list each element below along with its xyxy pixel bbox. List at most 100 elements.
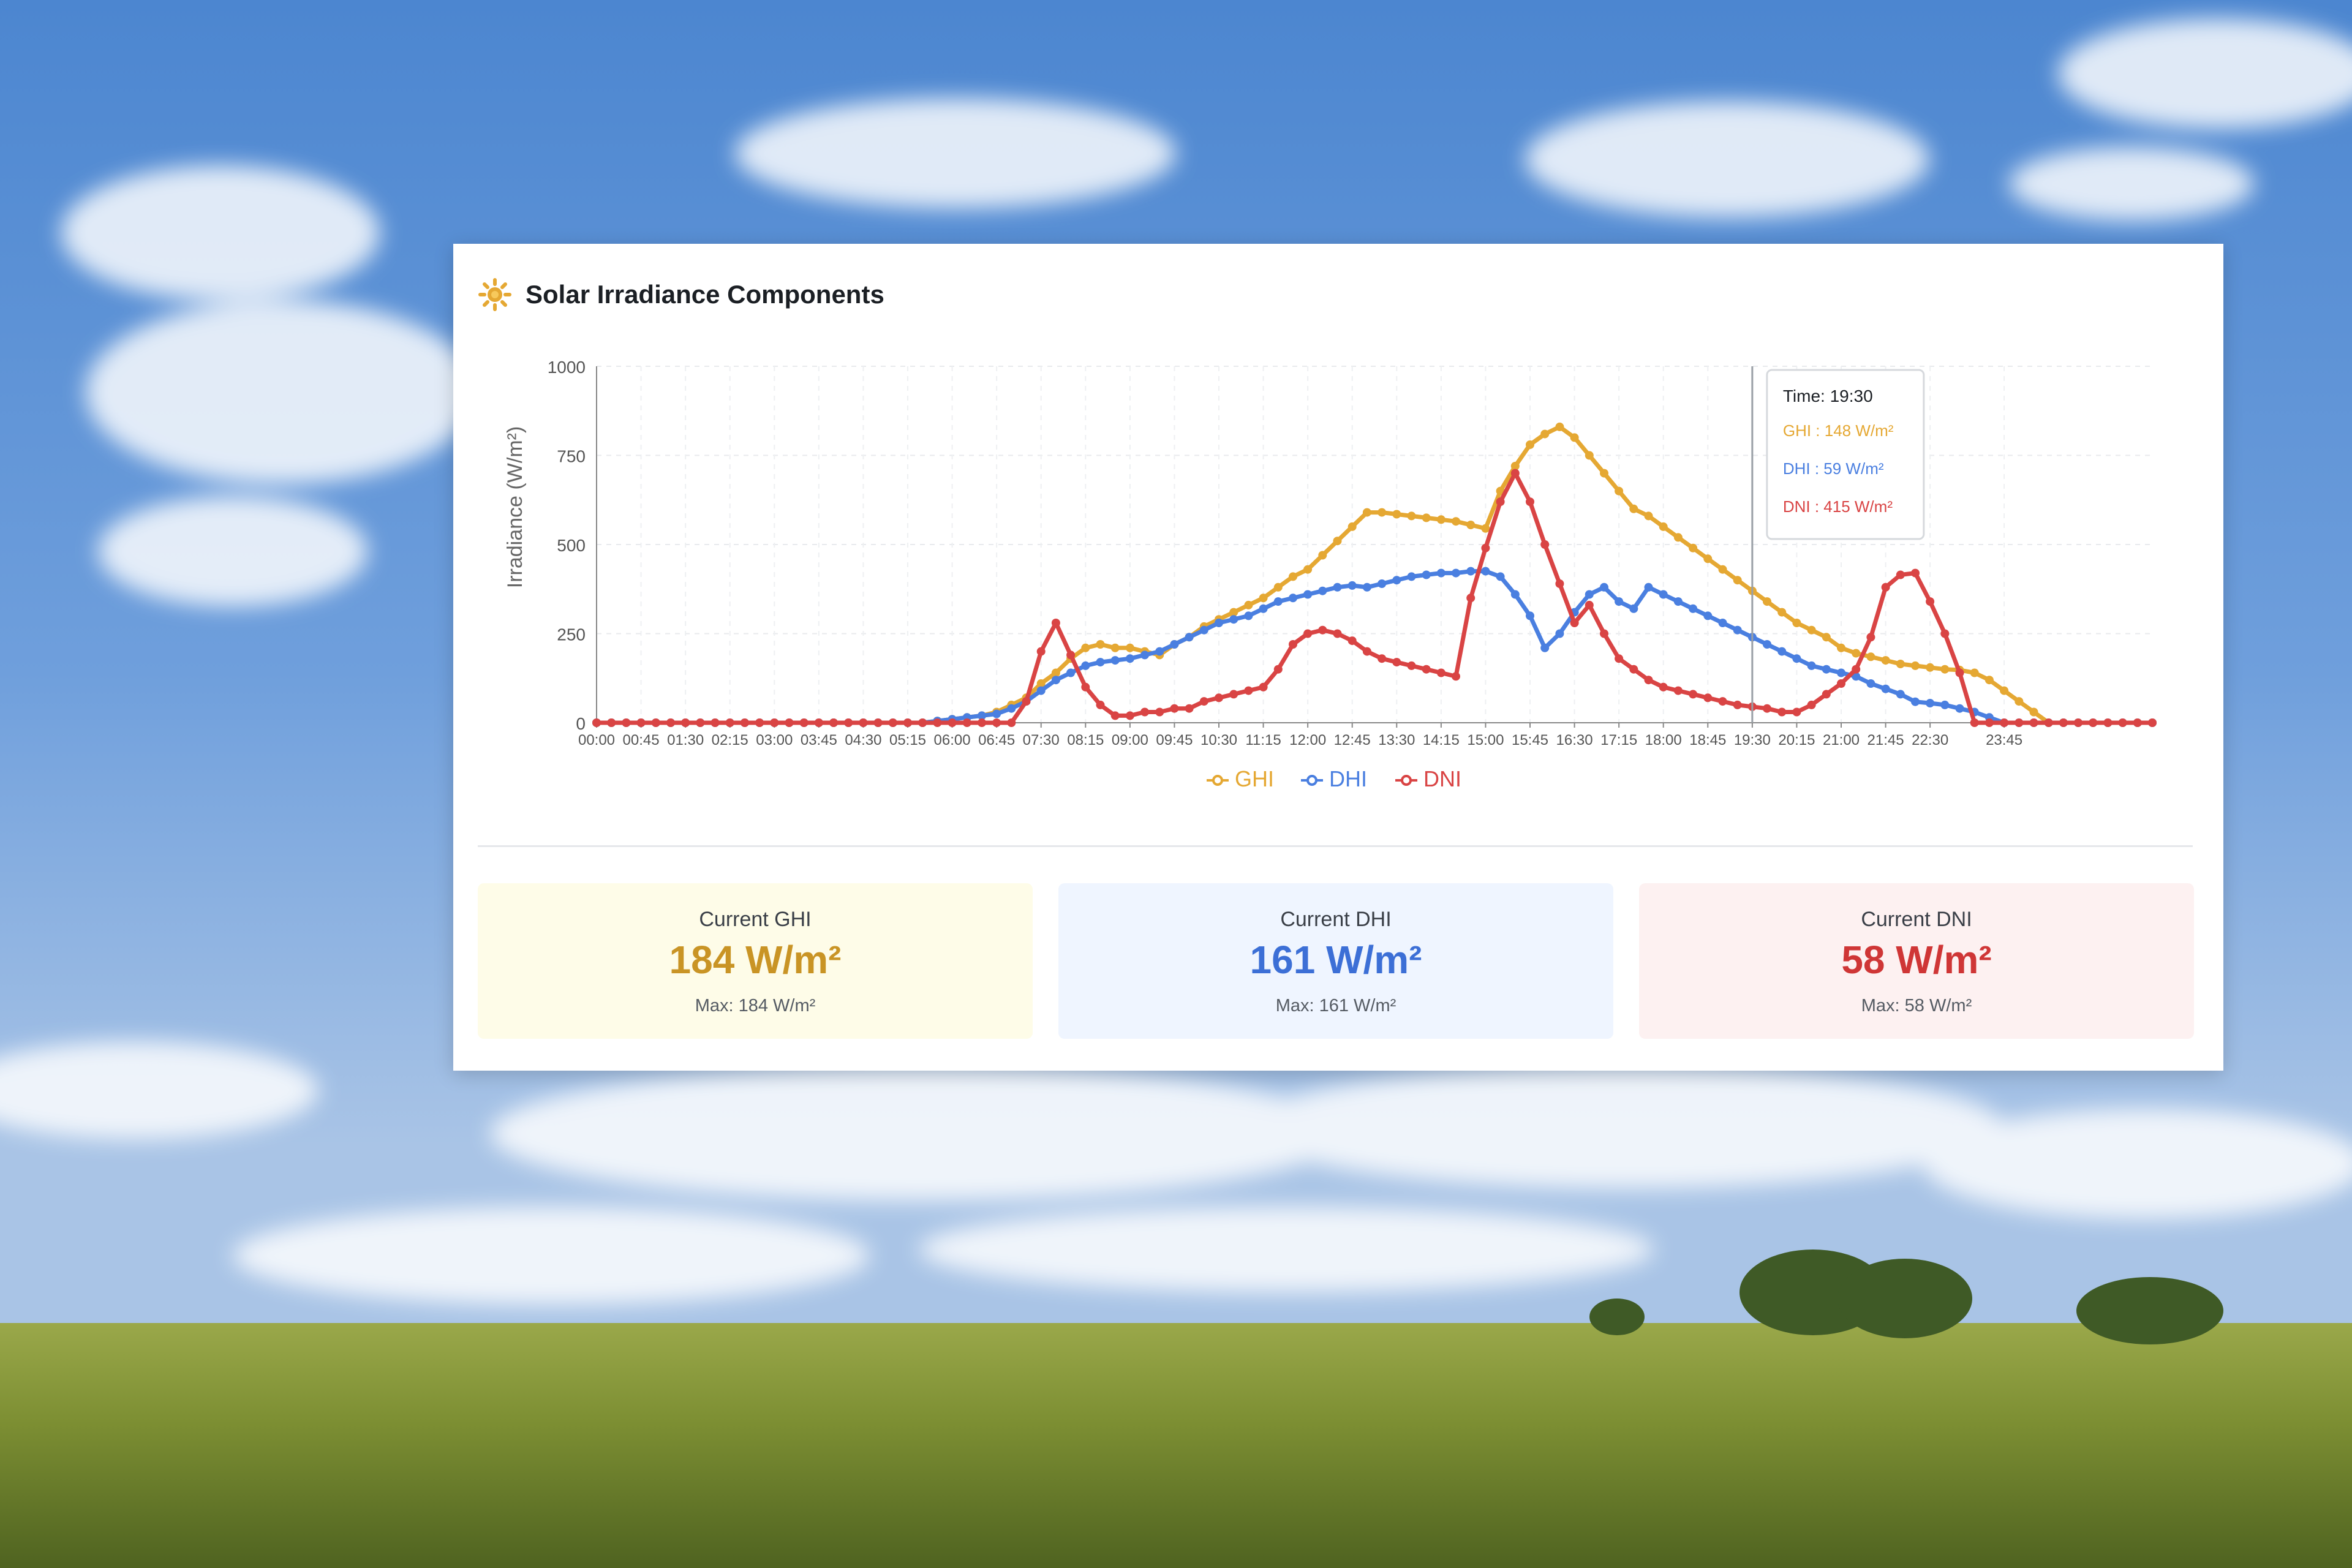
dhi-point[interactable] <box>1777 647 1787 656</box>
ghi-point[interactable] <box>1273 582 1283 592</box>
dhi-point[interactable] <box>1392 576 1401 585</box>
dhi-point[interactable] <box>1629 604 1638 613</box>
ghi-point[interactable] <box>1940 665 1950 674</box>
ghi-point[interactable] <box>1763 597 1771 606</box>
dni-point[interactable] <box>829 718 838 727</box>
dhi-point[interactable] <box>1896 690 1905 699</box>
ghi-point[interactable] <box>1644 511 1653 521</box>
dhi-point[interactable] <box>1096 658 1105 667</box>
dni-point[interactable] <box>2015 718 2024 727</box>
dni-point[interactable] <box>1673 686 1683 695</box>
dni-point[interactable] <box>1940 629 1950 638</box>
dni-point[interactable] <box>1185 704 1194 713</box>
dni-point[interactable] <box>2118 718 2127 727</box>
dhi-point[interactable] <box>1303 590 1313 599</box>
dhi-point[interactable] <box>1792 654 1801 663</box>
ghi-point[interactable] <box>1792 619 1801 627</box>
ghi-point[interactable] <box>1348 522 1357 531</box>
dni-point[interactable] <box>1733 700 1742 709</box>
dni-point[interactable] <box>1629 665 1638 674</box>
dni-point[interactable] <box>903 718 912 727</box>
ghi-point[interactable] <box>1852 649 1861 658</box>
dni-point[interactable] <box>1540 540 1550 549</box>
dni-point[interactable] <box>1970 718 1979 727</box>
dni-point[interactable] <box>1259 682 1268 692</box>
dni-point[interactable] <box>1852 665 1861 674</box>
ghi-point[interactable] <box>1303 565 1313 574</box>
dni-point[interactable] <box>1496 497 1505 507</box>
dni-point[interactable] <box>1615 654 1624 663</box>
dhi-point[interactable] <box>1125 654 1134 663</box>
ghi-point[interactable] <box>1378 508 1387 517</box>
dni-point[interactable] <box>1911 568 1920 578</box>
ghi-point[interactable] <box>1629 504 1638 513</box>
dhi-point[interactable] <box>1318 586 1327 595</box>
dhi-point[interactable] <box>1822 665 1831 674</box>
legend-item-dni[interactable]: DNI <box>1395 766 1461 791</box>
ghi-point[interactable] <box>1407 511 1416 521</box>
ghi-point[interactable] <box>1837 643 1845 652</box>
dni-point[interactable] <box>948 718 957 727</box>
dhi-point[interactable] <box>1585 590 1594 599</box>
dni-point[interactable] <box>1807 700 1816 709</box>
ghi-point[interactable] <box>1096 640 1105 649</box>
dhi-point[interactable] <box>1170 640 1179 649</box>
dni-point[interactable] <box>1436 668 1446 677</box>
dni-point[interactable] <box>1644 676 1653 685</box>
dni-point[interactable] <box>1022 697 1031 706</box>
dni-point[interactable] <box>1777 707 1787 717</box>
dhi-point[interactable] <box>1881 684 1890 693</box>
ghi-point[interactable] <box>1570 433 1579 442</box>
dhi-point[interactable] <box>1673 597 1683 606</box>
dni-point[interactable] <box>1822 690 1831 699</box>
dhi-point[interactable] <box>1496 572 1505 581</box>
dni-point[interactable] <box>1659 682 1668 692</box>
ghi-point[interactable] <box>1526 440 1534 449</box>
dhi-point[interactable] <box>1481 567 1490 576</box>
dhi-point[interactable] <box>1837 668 1845 677</box>
dhi-point[interactable] <box>1036 686 1046 695</box>
ghi-point[interactable] <box>1881 656 1890 665</box>
ghi-point[interactable] <box>1481 524 1490 533</box>
ghi-point[interactable] <box>1540 429 1550 439</box>
ghi-point[interactable] <box>1689 543 1698 552</box>
dhi-point[interactable] <box>1807 661 1816 670</box>
ghi-point[interactable] <box>1110 643 1120 652</box>
dhi-point[interactable] <box>1600 582 1608 592</box>
dni-point[interactable] <box>1763 704 1771 713</box>
ghi-point[interactable] <box>1807 625 1816 635</box>
dhi-point[interactable] <box>1362 582 1371 592</box>
dhi-point[interactable] <box>1259 604 1268 613</box>
dni-point[interactable] <box>636 718 646 727</box>
dni-point[interactable] <box>607 718 616 727</box>
dni-point[interactable] <box>710 718 720 727</box>
dni-point[interactable] <box>2059 718 2068 727</box>
dni-point[interactable] <box>1036 647 1046 656</box>
ghi-point[interactable] <box>1333 537 1342 546</box>
dhi-point[interactable] <box>1273 597 1283 606</box>
dni-point[interactable] <box>1392 658 1401 667</box>
dni-point[interactable] <box>1155 707 1164 717</box>
dni-point[interactable] <box>1096 700 1105 709</box>
dni-point[interactable] <box>1600 629 1608 638</box>
dhi-point[interactable] <box>1466 567 1476 576</box>
dni-point[interactable] <box>1985 718 1994 727</box>
dhi-point[interactable] <box>1689 604 1698 613</box>
ghi-point[interactable] <box>1081 643 1090 652</box>
dni-point[interactable] <box>696 718 705 727</box>
dhi-point[interactable] <box>992 709 1001 718</box>
dni-point[interactable] <box>2089 718 2098 727</box>
dni-point[interactable] <box>1689 690 1698 699</box>
ghi-point[interactable] <box>1911 661 1920 670</box>
dni-point[interactable] <box>770 718 779 727</box>
dhi-point[interactable] <box>1866 679 1875 688</box>
dhi-point[interactable] <box>1911 697 1920 706</box>
dni-point[interactable] <box>1837 679 1845 688</box>
dhi-point[interactable] <box>1007 704 1016 713</box>
dni-point[interactable] <box>933 718 942 727</box>
dni-point[interactable] <box>2000 718 2009 727</box>
dhi-point[interactable] <box>1733 625 1742 635</box>
dni-point[interactable] <box>1452 672 1460 681</box>
dni-point[interactable] <box>888 718 897 727</box>
dhi-point[interactable] <box>1510 590 1520 599</box>
